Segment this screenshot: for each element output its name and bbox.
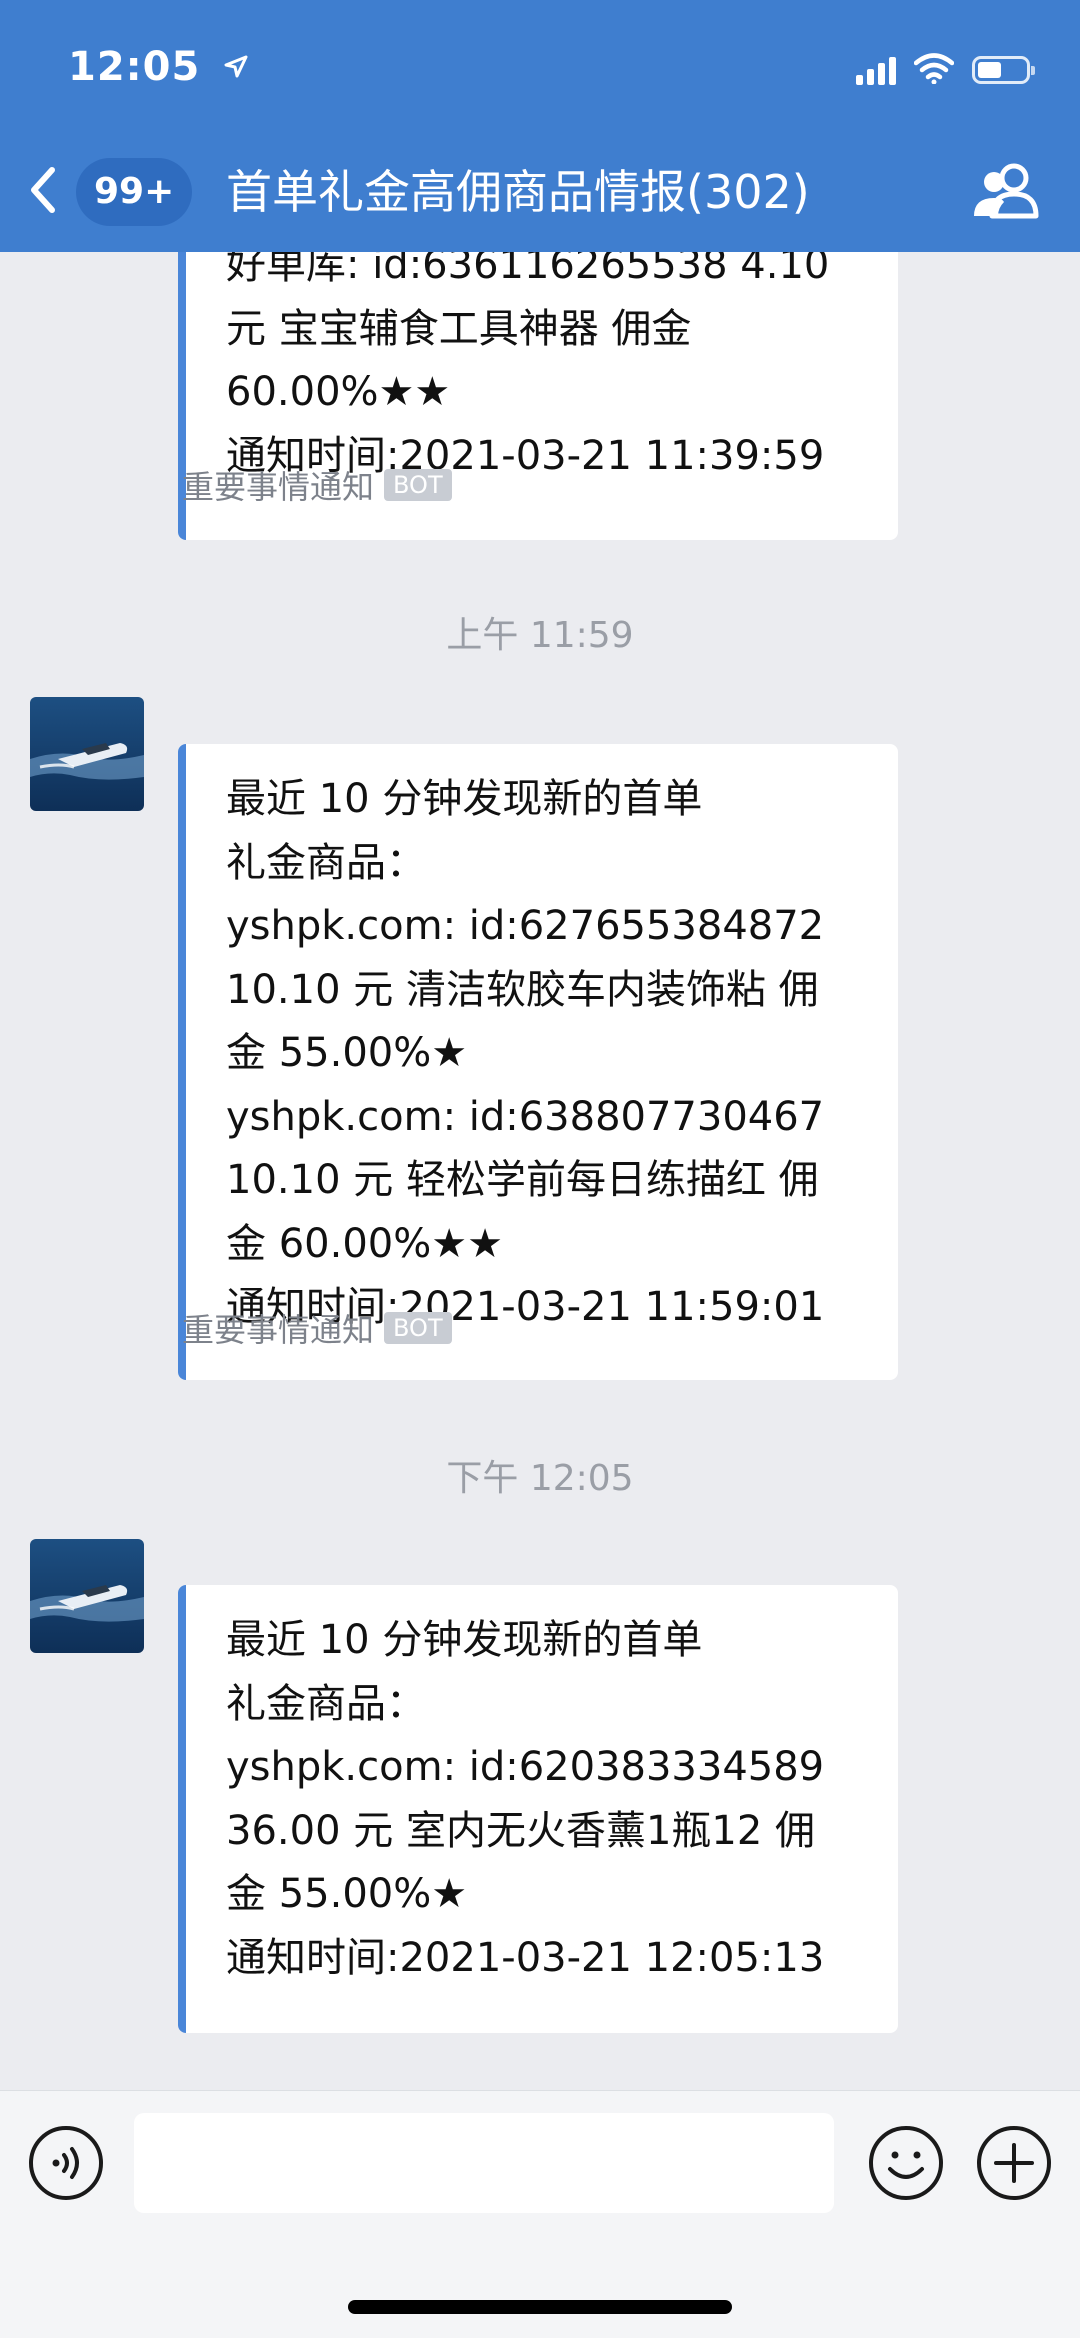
sender-name-text[interactable]: 重要事情通知 (182, 1305, 374, 1351)
message-line: 36.00 元 室内无火香薰1瓶12 佣 (226, 1807, 816, 1854)
sender-name-text[interactable]: 重要事情通知 (182, 462, 374, 508)
bot-badge: BOT (384, 469, 452, 501)
bot-badge: BOT (384, 1312, 452, 1344)
group-members-button[interactable] (968, 162, 1046, 222)
message-line: 好单库: id:636116265538 4.10 (226, 252, 830, 288)
battery-icon (972, 56, 1035, 84)
more-button[interactable] (976, 2125, 1052, 2201)
message-line[interactable]: yshpk.com: id:638807730467 (226, 1086, 854, 1150)
message-line: 10.10 元 轻松学前每日练描红 佣 (226, 1157, 819, 1203)
voice-icon (29, 2126, 103, 2200)
message-timestamp: 上午 11:59 (446, 615, 634, 656)
yacht-avatar-image (30, 697, 144, 811)
message-line: 元 宝宝辅食工具神器 佣金 (226, 305, 692, 352)
voice-button[interactable] (28, 2125, 104, 2201)
message-line: 金 55.00%★ (226, 1871, 468, 1917)
unread-count-badge[interactable]: 99+ (76, 158, 193, 226)
plus-icon (977, 2126, 1051, 2200)
chevron-left-icon (31, 167, 55, 213)
message-line: 金 55.00%★ (226, 1030, 468, 1076)
message-input[interactable] (134, 2113, 834, 2213)
avatar[interactable] (30, 1539, 144, 1653)
chat-title: 首单礼金高佣商品情报(302) (226, 165, 810, 219)
status-time-text: 12:05 (68, 44, 201, 90)
message-line: 最近 10 分钟发现新的首单 (226, 776, 703, 822)
avatar[interactable] (30, 697, 144, 811)
message-line: 10.10 元 清洁软胶车内装饰粘 佣 (226, 966, 819, 1013)
message-list[interactable]: 好单库: id:636116265538 4.10 元 宝宝辅食工具神器 佣金 … (0, 252, 1080, 2090)
emoji-icon (869, 2126, 943, 2200)
yacht-avatar-image (30, 1539, 144, 1653)
message-line: 60.00%★★ (226, 369, 451, 415)
chat-header: 12:05 99+ 首单礼金高佣商品情报(302) (0, 0, 1080, 252)
message-line: 礼金商品： (226, 1680, 426, 1727)
people-icon (974, 163, 1039, 219)
wifi-icon (913, 52, 955, 88)
message-bubble: 最近 10 分钟发现新的首单 礼金商品： yshpk.com: id:62038… (178, 1585, 898, 2033)
message-line[interactable]: yshpk.com: id:620383334589 (226, 1736, 854, 1800)
message-2-sender: 重要事情通知 BOT (182, 462, 452, 508)
status-indicators (856, 50, 1035, 90)
message-bubble: 最近 10 分钟发现新的首单 礼金商品： yshpk.com: id:62765… (178, 744, 898, 1380)
message-line: 通知时间:2021-03-21 12:05:13 (226, 1934, 825, 1981)
status-time: 12:05 (68, 44, 249, 90)
message-line: 最近 10 分钟发现新的首单 (226, 1617, 703, 1663)
message-line[interactable]: yshpk.com: id:627655384872 (226, 895, 854, 959)
message-line: 金 60.00%★★ (226, 1220, 503, 1267)
back-button[interactable] (22, 160, 62, 220)
location-icon (223, 44, 249, 90)
signal-icon (856, 55, 896, 85)
message-timestamp: 下午 12:05 (446, 1458, 634, 1499)
home-indicator[interactable] (348, 2300, 732, 2314)
message-3-sender: 重要事情通知 BOT (182, 1305, 452, 1351)
message-line: 礼金商品： (226, 839, 426, 886)
emoji-button[interactable] (868, 2125, 944, 2201)
